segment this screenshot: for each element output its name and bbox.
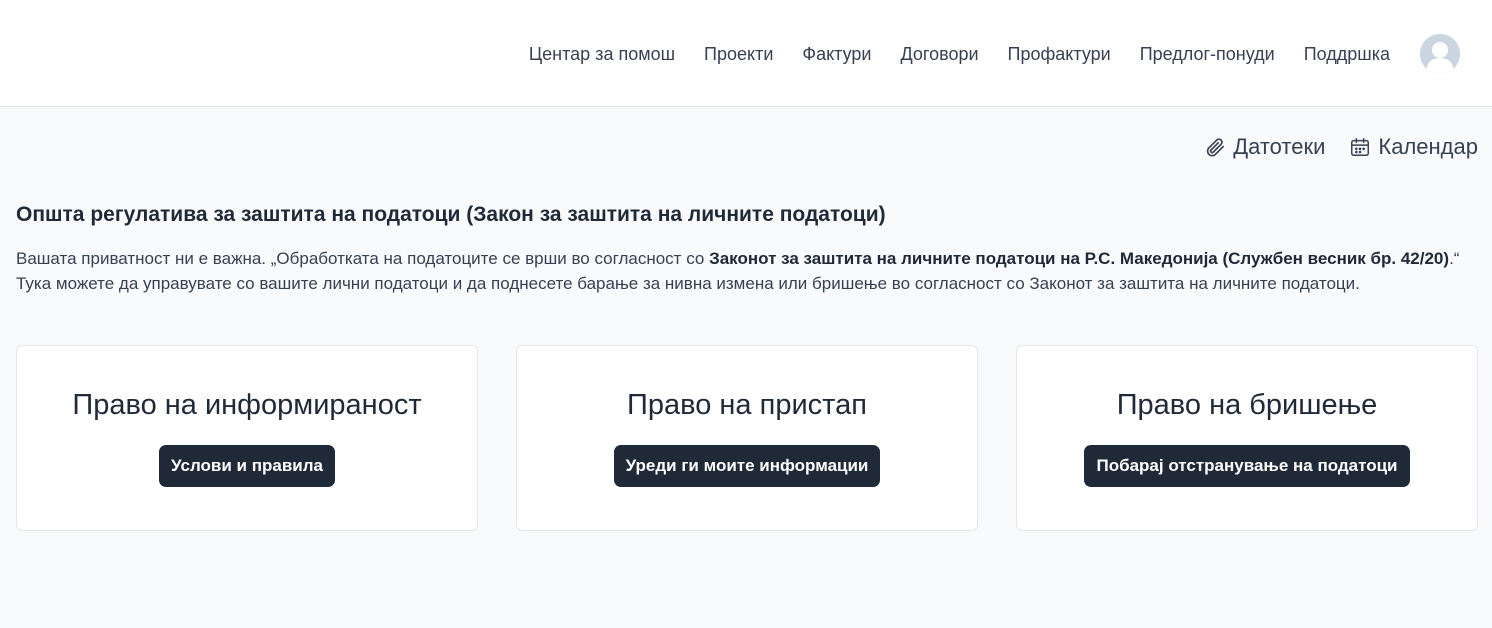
- request-data-removal-button[interactable]: Побарај отстранување на податоци: [1084, 445, 1410, 487]
- calendar-label: Календар: [1378, 134, 1478, 159]
- nav-item-support[interactable]: Поддршка: [1304, 34, 1390, 74]
- gdpr-text-law: Законот за заштита на личните податоци н…: [709, 249, 1450, 268]
- nav-item-proposals[interactable]: Предлог-понуди: [1140, 34, 1275, 74]
- files-label: Датотеки: [1233, 134, 1326, 159]
- gdpr-text-intro: Вашата приватност ни е важна. „Обработка…: [16, 249, 710, 268]
- edit-my-information-button[interactable]: Уреди ги моите информации: [613, 445, 881, 487]
- calendar-link[interactable]: Календар: [1349, 134, 1478, 160]
- user-avatar-icon[interactable]: [1420, 34, 1460, 74]
- page-title: Општа регулатива за заштита на податоци …: [16, 203, 886, 226]
- card-title: Право на бришење: [1116, 389, 1378, 421]
- rights-cards: Право на информираност Услови и правила …: [16, 345, 1478, 531]
- card-title: Право на пристап: [627, 389, 867, 421]
- nav-item-proforma[interactable]: Профактури: [1008, 34, 1111, 74]
- nav-item-help-center[interactable]: Центар за помош: [529, 34, 675, 74]
- nav-item-invoices[interactable]: Фактури: [802, 34, 871, 74]
- card-right-to-information: Право на информираност Услови и правила: [16, 345, 478, 531]
- top-navbar: Центар за помош Проекти Фактури Договори…: [0, 0, 1492, 107]
- nav-item-projects[interactable]: Проекти: [704, 34, 773, 74]
- gdpr-description: Вашата приватност ни е важна. „Обработка…: [16, 246, 1466, 296]
- card-right-to-erasure: Право на бришење Побарај отстранување на…: [1016, 345, 1478, 531]
- page-toolbar: Датотеки Календар: [1204, 130, 1478, 164]
- main-nav: Центар за помош Проекти Фактури Договори…: [529, 34, 1460, 74]
- gdpr-section: Општа регулатива за заштита на податоци …: [16, 200, 1476, 296]
- calendar-icon: [1349, 136, 1371, 158]
- card-title: Право на информираност: [72, 389, 422, 421]
- nav-item-contracts[interactable]: Договори: [901, 34, 979, 74]
- files-link[interactable]: Датотеки: [1204, 134, 1325, 160]
- terms-and-conditions-button[interactable]: Услови и правила: [159, 445, 335, 487]
- paperclip-icon: [1204, 136, 1226, 158]
- card-right-of-access: Право на пристап Уреди ги моите информац…: [516, 345, 978, 531]
